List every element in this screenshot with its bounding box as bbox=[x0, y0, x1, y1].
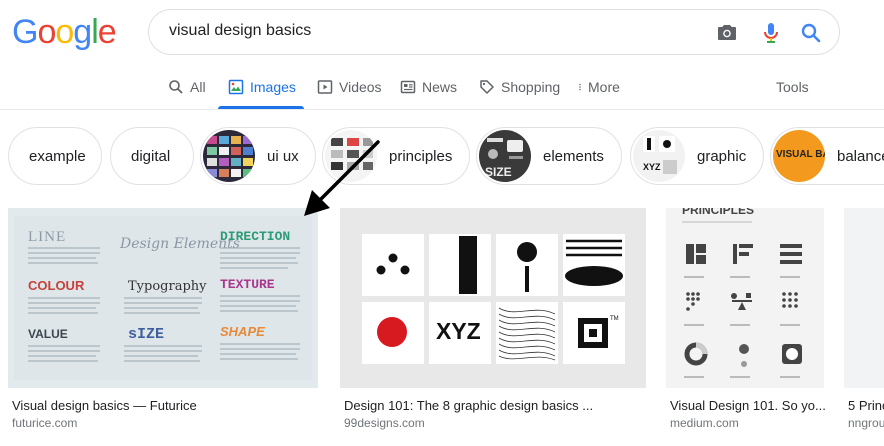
search-input[interactable]: visual design basics bbox=[169, 22, 311, 40]
chip-label: example bbox=[29, 147, 86, 165]
chip-graphic[interactable]: XYZ graphic bbox=[630, 127, 764, 185]
image-text-xyz: XYZ bbox=[436, 318, 481, 344]
chip-elements[interactable]: SIZE elements bbox=[476, 127, 622, 185]
tab-news[interactable]: News bbox=[400, 64, 457, 109]
result-title[interactable]: Visual Design 101. So yo... bbox=[670, 398, 826, 413]
tools-button[interactable]: Tools bbox=[776, 64, 809, 109]
tab-label: Videos bbox=[339, 78, 382, 95]
search-icon bbox=[169, 79, 183, 94]
tab-more[interactable]: More bbox=[576, 64, 620, 109]
search-icon[interactable] bbox=[799, 21, 823, 45]
tab-label: Shopping bbox=[501, 78, 561, 95]
tab-label: More bbox=[588, 78, 620, 95]
image-text-colour: COLOUR bbox=[28, 278, 85, 293]
active-tab-indicator bbox=[218, 106, 304, 109]
chip-thumb-text: XYZ bbox=[643, 162, 661, 172]
image-text-value: VALUE bbox=[28, 327, 68, 341]
chip-label: elements bbox=[543, 147, 604, 165]
result-thumbnail[interactable]: XYZ TM bbox=[340, 208, 646, 388]
image-text-direction: DIRECTION bbox=[220, 229, 290, 244]
chip-ui-ux[interactable]: ui ux bbox=[200, 127, 316, 185]
chip-thumbnail: VISUAL BALANCE bbox=[773, 130, 825, 182]
image-text-principles: PRINCIPLES bbox=[682, 208, 754, 217]
chip-thumbnail: XYZ bbox=[633, 130, 685, 182]
image-result-nngroup[interactable]: 5 Princ nngrou bbox=[844, 208, 884, 438]
result-source[interactable]: medium.com bbox=[670, 416, 739, 430]
result-source[interactable]: nngrou bbox=[848, 416, 884, 430]
tab-videos[interactable]: Videos bbox=[317, 64, 382, 109]
chip-thumb-text: SIZE bbox=[485, 165, 512, 179]
chip-balance[interactable]: VISUAL BALANCE balance bbox=[770, 127, 884, 185]
image-text-typography: Typography bbox=[128, 279, 207, 294]
chip-digital[interactable]: digital bbox=[110, 127, 194, 185]
chip-label: principles bbox=[389, 147, 453, 165]
chip-label: balance bbox=[837, 147, 884, 165]
tab-all[interactable]: All bbox=[168, 64, 206, 109]
tab-label: All bbox=[190, 78, 206, 95]
chip-label: graphic bbox=[697, 147, 747, 165]
chip-label: ui ux bbox=[267, 147, 299, 165]
result-thumbnail[interactable]: LINE Design Elements DIRECTION COLOUR Ty… bbox=[8, 208, 318, 388]
chip-example[interactable]: example bbox=[8, 127, 102, 185]
search-box[interactable]: visual design basics bbox=[148, 9, 840, 55]
chip-thumbnail bbox=[203, 130, 255, 182]
chip-thumbnail: SIZE bbox=[479, 130, 531, 182]
chip-thumbnail bbox=[325, 130, 377, 182]
images-icon bbox=[228, 79, 244, 94]
image-text-tm: TM bbox=[610, 316, 619, 322]
tab-label: News bbox=[422, 78, 458, 95]
result-title[interactable]: 5 Princ bbox=[848, 398, 884, 413]
news-icon bbox=[400, 80, 416, 93]
image-text-size: sIZE bbox=[128, 326, 164, 343]
video-icon bbox=[317, 79, 333, 94]
result-thumbnail[interactable] bbox=[844, 208, 884, 388]
result-source[interactable]: 99designs.com bbox=[344, 416, 425, 430]
image-text-line: LINE bbox=[28, 229, 66, 245]
tab-images[interactable]: Images bbox=[228, 64, 296, 109]
image-text-texture: TEXTURE bbox=[220, 277, 275, 292]
result-title[interactable]: Visual design basics — Futurice bbox=[12, 398, 197, 413]
chip-principles[interactable]: principles bbox=[322, 127, 470, 185]
tab-label: Images bbox=[250, 78, 296, 95]
google-logo[interactable]: Google bbox=[12, 14, 117, 50]
result-source[interactable]: futurice.com bbox=[12, 416, 77, 430]
camera-icon[interactable] bbox=[715, 21, 739, 45]
microphone-icon[interactable] bbox=[759, 21, 783, 45]
result-thumbnail[interactable]: PRINCIPLES bbox=[666, 208, 824, 388]
search-tabs: All Images Videos News Shopping More Too… bbox=[0, 64, 884, 110]
more-vertical-icon bbox=[579, 83, 581, 90]
image-text-shape: SHAPE bbox=[220, 324, 265, 339]
result-title[interactable]: Design 101: The 8 graphic design basics … bbox=[344, 398, 593, 413]
tag-icon bbox=[480, 79, 494, 94]
chip-thumb-text: VISUAL BALANCE bbox=[776, 149, 825, 160]
tab-shopping[interactable]: Shopping bbox=[479, 64, 560, 109]
chip-label: digital bbox=[131, 147, 171, 165]
